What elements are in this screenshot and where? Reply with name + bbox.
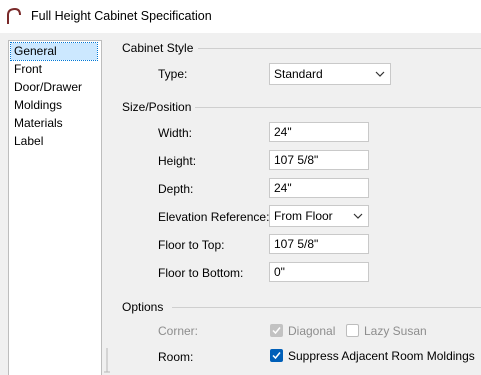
- type-select-value: Standard: [274, 67, 323, 81]
- type-label: Type:: [158, 67, 188, 81]
- window-title: Full Height Cabinet Specification: [31, 9, 212, 23]
- cabinet-style-heading: Cabinet Style: [122, 41, 194, 55]
- size-position-heading: Size/Position: [122, 100, 192, 114]
- cabinet-style-divider: [198, 48, 481, 49]
- floor-to-bottom-label: Floor to Bottom:: [158, 266, 244, 280]
- size-position-divider: [195, 107, 481, 108]
- sidebar-item-moldings[interactable]: Moldings: [11, 97, 97, 114]
- lazy-susan-checkbox[interactable]: [346, 324, 359, 337]
- width-field[interactable]: 24": [269, 122, 369, 142]
- corner-label: Corner:: [158, 324, 199, 338]
- app-icon: [7, 7, 21, 24]
- elevation-reference-label: Elevation Reference:: [158, 210, 270, 224]
- checkmark-icon: [272, 327, 281, 335]
- sidebar-item-materials[interactable]: Materials: [11, 115, 97, 132]
- sidebar-item-general[interactable]: General: [10, 42, 98, 61]
- sidebar-item-front[interactable]: Front: [11, 61, 97, 78]
- height-label: Height:: [158, 154, 197, 168]
- sidebar-item-label[interactable]: Label: [11, 133, 97, 150]
- floor-to-top-field[interactable]: 107 5/8": [269, 234, 369, 254]
- lazy-susan-label: Lazy Susan: [364, 324, 427, 338]
- elevation-reference-value: From Floor: [274, 209, 333, 223]
- depth-label: Depth:: [158, 182, 194, 196]
- checkmark-icon: [272, 352, 281, 360]
- sidebar: General Front Door/Drawer Moldings Mater…: [8, 40, 102, 375]
- depth-field[interactable]: 24": [269, 178, 369, 198]
- splitter-handle[interactable]: [104, 348, 110, 375]
- chevron-down-icon: [375, 71, 385, 77]
- options-heading: Options: [122, 300, 164, 314]
- diagonal-checkbox[interactable]: [270, 324, 283, 337]
- height-field[interactable]: 107 5/8": [269, 150, 369, 170]
- suppress-moldings-checkbox[interactable]: [270, 349, 283, 362]
- options-divider: [172, 307, 481, 308]
- floor-to-top-label: Floor to Top:: [158, 238, 225, 252]
- width-label: Width:: [158, 126, 193, 140]
- sidebar-item-door-drawer[interactable]: Door/Drawer: [11, 79, 97, 96]
- chevron-down-icon: [353, 213, 363, 219]
- room-label: Room:: [158, 350, 194, 364]
- title-bar: Full Height Cabinet Specification: [0, 0, 481, 33]
- elevation-reference-select[interactable]: From Floor: [269, 205, 369, 227]
- suppress-moldings-label: Suppress Adjacent Room Moldings: [288, 349, 475, 363]
- diagonal-label: Diagonal: [288, 324, 336, 338]
- type-select[interactable]: Standard: [269, 63, 391, 85]
- floor-to-bottom-field[interactable]: 0": [269, 262, 369, 282]
